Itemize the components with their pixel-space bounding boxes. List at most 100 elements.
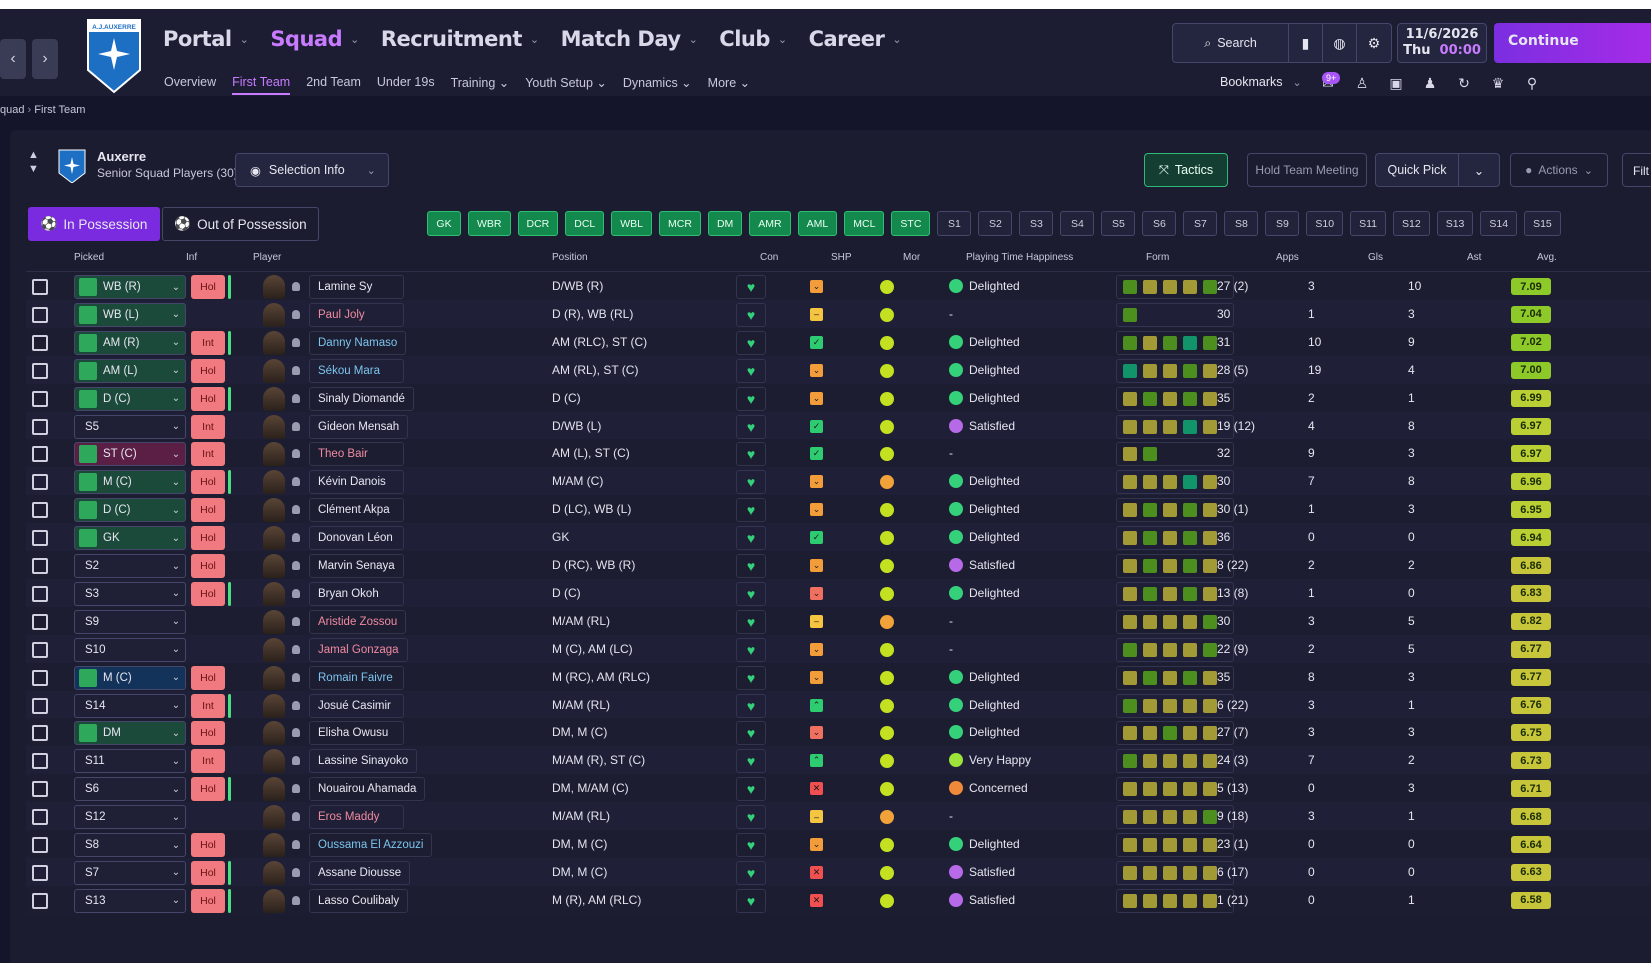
col-inf[interactable]: Inf xyxy=(186,252,197,263)
picked-select[interactable]: S12 ⌄ xyxy=(74,805,186,830)
player-info-icon[interactable] xyxy=(292,700,300,710)
game-date[interactable]: 11/6/2026 Thu 00:00 xyxy=(1397,23,1487,63)
sub-button-s5[interactable]: S5 xyxy=(1101,211,1136,236)
player-info-icon[interactable] xyxy=(292,812,300,822)
player-info-icon[interactable] xyxy=(292,867,300,877)
player-info-icon[interactable] xyxy=(292,477,300,487)
player-name[interactable]: Gideon Mensah xyxy=(309,414,409,439)
player-name[interactable]: Danny Namaso xyxy=(309,330,407,355)
nav-match-day[interactable]: Match Day ⌄ xyxy=(561,27,698,51)
sub-button-s4[interactable]: S4 xyxy=(1060,211,1095,236)
continue-button[interactable]: Continue xyxy=(1494,23,1651,63)
subnav-4[interactable]: Training ⌄ xyxy=(451,75,510,95)
picked-select[interactable]: S11 ⌄ xyxy=(74,749,186,774)
player-name[interactable]: Clément Akpa xyxy=(309,498,404,523)
clipboard-icon[interactable]: ▣ xyxy=(1386,73,1406,93)
picked-select[interactable]: DM ⌄ xyxy=(74,721,186,746)
sub-button-s13[interactable]: S13 xyxy=(1436,211,1474,236)
subnav-0[interactable]: Overview xyxy=(164,75,216,95)
position-button-mcr[interactable]: MCR xyxy=(659,211,701,236)
select-checkbox[interactable] xyxy=(32,641,48,658)
player-name[interactable]: Lassine Sinayoko xyxy=(309,749,418,774)
position-button-wbl[interactable]: WBL xyxy=(611,211,653,236)
trophy-icon[interactable]: ♛ xyxy=(1488,73,1508,93)
player-name[interactable]: Lamine Sy xyxy=(309,275,404,299)
table-row[interactable]: S3 ⌄ Hol Bryan Okoh D (C) ♥ ⌄ Delighted 13 (8) 1 0… xyxy=(26,578,1651,608)
table-row[interactable]: D (C) ⌄ Hol Clément Akpa D (LC), WB (L) ♥ ⌄ Del… xyxy=(26,495,1651,525)
subnav-7[interactable]: More ⌄ xyxy=(708,75,750,95)
subnav-1[interactable]: First Team xyxy=(232,75,291,95)
player-name[interactable]: Sékou Mara xyxy=(309,358,404,383)
table-row[interactable]: S9 ⌄ Aristide Zossou M/AM (RL) ♥ – - 30 3 5 6.82 xyxy=(26,606,1651,636)
position-button-wbr[interactable]: WBR xyxy=(468,211,511,236)
player-name[interactable]: Eros Maddy xyxy=(309,805,404,830)
sub-button-s8[interactable]: S8 xyxy=(1224,211,1259,236)
player-info-icon[interactable] xyxy=(292,561,300,570)
nav-career[interactable]: Career ⌄ xyxy=(809,27,902,51)
picked-select[interactable]: GK ⌄ xyxy=(74,526,186,551)
player-name[interactable]: Sinaly Diomandé xyxy=(309,386,414,411)
table-row[interactable]: M (C) ⌄ Hol Romain Faivre M (RC), AM (RLC) ♥ ⌄… xyxy=(26,662,1651,692)
player-name[interactable]: Marvin Senaya xyxy=(309,554,404,578)
select-checkbox[interactable] xyxy=(32,892,48,909)
picked-select[interactable]: S5 ⌄ xyxy=(74,414,186,439)
picked-select[interactable]: S8 ⌄ xyxy=(74,833,186,857)
select-checkbox[interactable] xyxy=(32,362,48,379)
position-button-dm[interactable]: DM xyxy=(707,211,743,236)
picked-select[interactable]: S9 ⌄ xyxy=(74,609,186,634)
picked-select[interactable]: S13 ⌄ xyxy=(74,888,186,913)
in-possession-tab[interactable]: ⚽ In Possession xyxy=(28,207,160,241)
globe-icon[interactable]: ◍ xyxy=(1323,24,1357,62)
col-player[interactable]: Player xyxy=(253,252,281,263)
player-name[interactable]: Oussama El Azzouzi xyxy=(309,833,433,857)
select-checkbox[interactable] xyxy=(32,837,48,853)
position-button-dcr[interactable]: DCR xyxy=(517,211,559,236)
col-con[interactable]: Con xyxy=(760,252,778,263)
scout-icon[interactable]: ⚲ xyxy=(1522,73,1542,93)
select-checkbox[interactable] xyxy=(32,753,48,770)
player-name[interactable]: Jamal Gonzaga xyxy=(309,637,408,662)
select-checkbox[interactable] xyxy=(32,334,48,351)
player-info-icon[interactable] xyxy=(292,616,300,626)
quick-pick-button[interactable]: Quick Pick ⌄ xyxy=(1375,153,1500,187)
picked-select[interactable]: S10 ⌄ xyxy=(74,637,186,662)
select-checkbox[interactable] xyxy=(32,390,48,407)
tactics-button[interactable]: ⤧ Tactics xyxy=(1144,153,1228,187)
table-row[interactable]: AM (L) ⌄ Hol Sékou Mara AM (RL), ST (C) ♥ ⌄ Del… xyxy=(26,355,1651,385)
picked-select[interactable]: S6 ⌄ xyxy=(74,777,186,802)
select-checkbox[interactable] xyxy=(32,502,48,519)
col-ast[interactable]: Ast xyxy=(1467,252,1481,263)
select-checkbox[interactable] xyxy=(32,864,48,881)
position-button-amr[interactable]: AMR xyxy=(749,211,791,236)
player-info-icon[interactable] xyxy=(292,393,300,403)
picked-select[interactable]: S2 ⌄ xyxy=(74,554,186,578)
player-name[interactable]: Elisha Owusu xyxy=(309,721,404,746)
player-name[interactable]: Paul Joly xyxy=(309,302,404,327)
subnav-2[interactable]: 2nd Team xyxy=(306,75,361,95)
sub-button-s7[interactable]: S7 xyxy=(1183,211,1218,236)
player-name[interactable]: Romain Faivre xyxy=(309,665,404,690)
subnav-5[interactable]: Youth Setup ⌄ xyxy=(525,75,607,95)
col-position[interactable]: Position xyxy=(552,252,588,263)
nav-portal[interactable]: Portal ⌄ xyxy=(163,27,249,51)
picked-select[interactable]: WB (L) ⌄ xyxy=(74,302,186,327)
table-row[interactable]: S7 ⌄ Hol Assane Diousse DM, M (C) ♥ ✕ Satisfied… xyxy=(26,857,1651,887)
col-apps[interactable]: Apps xyxy=(1276,252,1299,263)
player-info-icon[interactable] xyxy=(292,840,300,849)
position-button-stc[interactable]: STC xyxy=(891,211,931,236)
col-avg[interactable]: Avg. xyxy=(1537,252,1557,263)
table-row[interactable]: S8 ⌄ Hol Oussama El Azzouzi DM, M (C) ♥ ⌄ Delig… xyxy=(26,830,1651,859)
picked-select[interactable]: AM (L) ⌄ xyxy=(74,358,186,383)
actions-button[interactable]: ● Actions ⌄ xyxy=(1510,153,1608,187)
picked-select[interactable]: AM (R) ⌄ xyxy=(74,330,186,355)
shirt-icon[interactable]: ♙ xyxy=(1352,73,1372,93)
position-button-dcl[interactable]: DCL xyxy=(565,211,605,236)
player-info-icon[interactable] xyxy=(292,784,300,794)
picked-select[interactable]: D (C) ⌄ xyxy=(74,386,186,411)
col-form[interactable]: Form xyxy=(1146,252,1169,263)
select-checkbox[interactable] xyxy=(32,781,48,798)
notebook-icon[interactable]: ▮ xyxy=(1289,24,1323,62)
sub-button-s11[interactable]: S11 xyxy=(1350,211,1386,236)
select-checkbox[interactable] xyxy=(32,558,48,574)
selection-info-button[interactable]: ◉ Selection Info ⌄ xyxy=(235,153,389,187)
